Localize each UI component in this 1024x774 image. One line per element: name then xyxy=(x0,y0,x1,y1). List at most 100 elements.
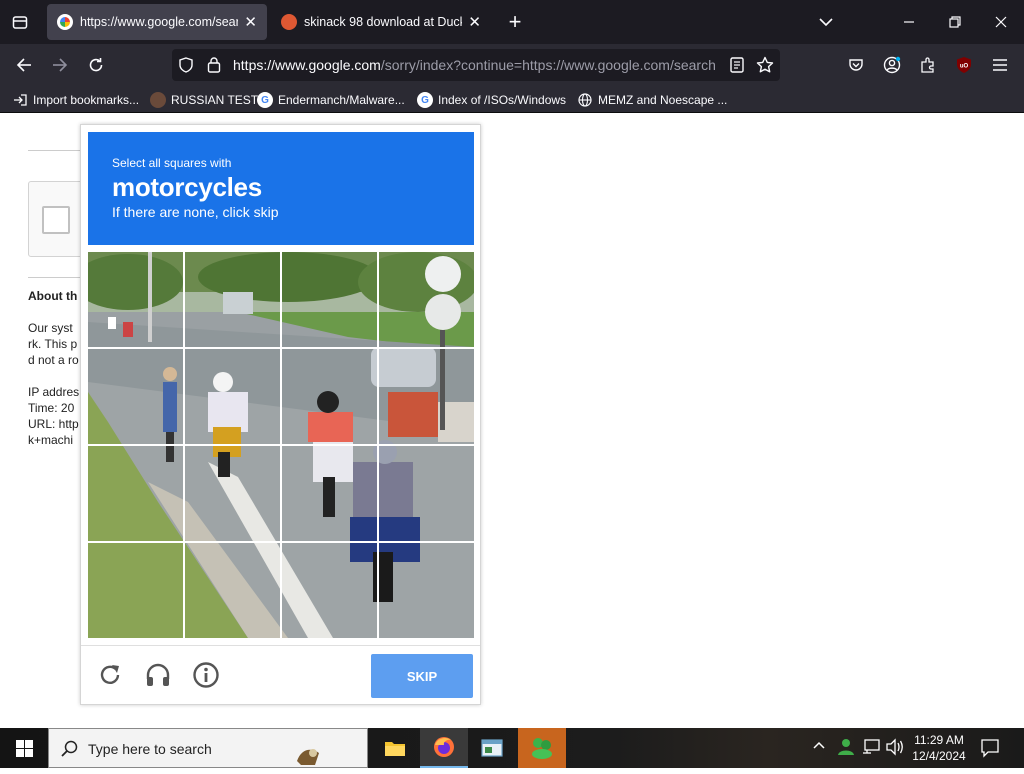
app-window-icon xyxy=(481,739,503,757)
firefox-icon xyxy=(434,737,454,757)
pocket-icon[interactable] xyxy=(843,52,869,78)
taskbar-search[interactable]: Type here to search xyxy=(48,728,368,768)
google-icon: G xyxy=(417,92,433,108)
bookmark-memz[interactable]: MEMZ and Noescape ... xyxy=(577,90,727,110)
account-icon[interactable] xyxy=(879,52,905,78)
reader-view-icon[interactable] xyxy=(730,57,744,78)
divider xyxy=(28,150,88,151)
tab-strip: https://www.google.com/searc ✕ skinack 9… xyxy=(0,0,1024,44)
tab-title: https://www.google.com/searc xyxy=(80,15,239,29)
back-icon[interactable] xyxy=(11,52,37,78)
windows-icon xyxy=(15,739,33,757)
bookmark-import[interactable]: Import bookmarks... xyxy=(12,90,139,110)
taskbar-active-app[interactable] xyxy=(518,728,566,768)
minimize-icon[interactable] xyxy=(886,0,932,44)
grid-tile-5[interactable] xyxy=(88,349,183,444)
start-button[interactable] xyxy=(0,728,48,768)
page-text-line: Our syst xyxy=(28,321,73,335)
restore-icon[interactable] xyxy=(932,0,978,44)
show-hidden-icons[interactable] xyxy=(812,738,826,757)
page-text-line: URL: http xyxy=(28,417,79,431)
tab-google[interactable]: https://www.google.com/searc ✕ xyxy=(47,4,267,40)
ublock-origin-icon[interactable]: uO xyxy=(951,52,977,78)
grid-tile-13[interactable] xyxy=(88,543,183,638)
challenge-footer: SKIP xyxy=(81,645,480,705)
grid-tile-11[interactable] xyxy=(282,446,377,541)
google-icon xyxy=(57,14,73,30)
url-host: https://www.google.com xyxy=(233,57,381,73)
extensions-icon[interactable] xyxy=(915,52,941,78)
volume-icon[interactable] xyxy=(885,738,905,761)
bookmark-endermanch[interactable]: G Endermanch/Malware... xyxy=(257,90,405,110)
grid-tile-12[interactable] xyxy=(379,446,474,541)
network-icon[interactable] xyxy=(861,738,881,761)
lock-icon[interactable] xyxy=(206,56,222,78)
duckduckgo-icon xyxy=(281,14,297,30)
bookmark-star-icon[interactable] xyxy=(756,56,774,79)
grid-line xyxy=(88,541,474,543)
grid-tile-16[interactable] xyxy=(379,543,474,638)
taskbar-file-explorer[interactable] xyxy=(371,728,419,768)
import-icon xyxy=(12,92,28,108)
reload-icon[interactable] xyxy=(83,52,109,78)
search-icon xyxy=(61,740,79,763)
shield-icon[interactable] xyxy=(178,57,194,78)
recaptcha-checkbox[interactable] xyxy=(42,206,70,234)
notifications-icon[interactable] xyxy=(980,738,1000,763)
info-icon[interactable] xyxy=(191,660,221,690)
page-text-line: rk. This p xyxy=(28,337,78,351)
grid-tile-14[interactable] xyxy=(185,543,280,638)
grid-tile-3[interactable] xyxy=(282,252,377,347)
grid-tile-7[interactable] xyxy=(282,349,377,444)
challenge-instruction: Select all squares with xyxy=(112,156,232,170)
search-highlight-image xyxy=(293,743,323,774)
bookmark-russian-test[interactable]: RUSSIAN TEST xyxy=(150,90,258,110)
grid-tile-8[interactable] xyxy=(379,349,474,444)
taskbar-firefox[interactable] xyxy=(420,728,468,768)
grid-tile-10[interactable] xyxy=(185,446,280,541)
bookmark-label: Endermanch/Malware... xyxy=(278,93,405,107)
skip-button[interactable]: SKIP xyxy=(371,654,473,698)
tab-title: skinack 98 download at DuckDu xyxy=(304,15,462,29)
grid-tile-9[interactable] xyxy=(88,446,183,541)
clock[interactable]: 11:29 AM 12/4/2024 xyxy=(906,732,972,764)
close-window-icon[interactable] xyxy=(978,0,1024,44)
new-tab-button[interactable]: + xyxy=(492,0,538,44)
challenge-target: motorcycles xyxy=(112,172,262,202)
grid-tile-4[interactable] xyxy=(379,252,474,347)
search-placeholder: Type here to search xyxy=(88,741,212,757)
globe-icon xyxy=(577,92,593,108)
url-bar[interactable]: https://www.google.com/sorry/index?conti… xyxy=(172,49,780,81)
about-heading: About th xyxy=(28,289,78,303)
close-tab-icon[interactable]: ✕ xyxy=(468,13,481,31)
recaptcha-challenge: Select all squares with motorcycles If t… xyxy=(80,124,481,705)
page-text-line: IP addres xyxy=(28,385,80,399)
page-text-line: k+machi xyxy=(28,433,74,447)
audio-challenge-icon[interactable] xyxy=(143,660,173,690)
grid-tile-2[interactable] xyxy=(185,252,280,347)
taskbar-app-window[interactable] xyxy=(468,728,516,768)
url-text[interactable]: https://www.google.com/sorry/index?conti… xyxy=(233,57,723,73)
divider xyxy=(28,277,88,278)
page-text-line: d not a ro xyxy=(28,353,79,367)
tab-duckduckgo[interactable]: skinack 98 download at DuckDu ✕ xyxy=(271,4,491,40)
grid-line xyxy=(88,444,474,446)
bookmark-index-isos[interactable]: G Index of /ISOs/Windows xyxy=(417,90,566,110)
menu-icon[interactable] xyxy=(987,52,1013,78)
bookmark-label: MEMZ and Noescape ... xyxy=(598,93,728,107)
people-icon[interactable] xyxy=(836,737,856,762)
list-all-tabs-icon[interactable] xyxy=(803,0,849,44)
bookmark-label: Index of /ISOs/Windows xyxy=(438,93,567,107)
close-tab-icon[interactable]: ✕ xyxy=(244,13,257,31)
tab-overview-button[interactable] xyxy=(0,0,40,44)
bookmarks-toolbar: Import bookmarks... RUSSIAN TEST G Ender… xyxy=(0,86,1024,113)
bookmark-label: RUSSIAN TEST xyxy=(171,93,259,107)
grid-tile-6[interactable] xyxy=(185,349,280,444)
clock-date: 12/4/2024 xyxy=(912,749,966,763)
challenge-header: Select all squares with motorcycles If t… xyxy=(88,132,474,245)
tab-list-icon xyxy=(12,16,28,29)
forward-icon[interactable] xyxy=(47,52,73,78)
grid-tile-1[interactable] xyxy=(88,252,183,347)
reload-challenge-icon[interactable] xyxy=(95,660,125,690)
grid-tile-15[interactable] xyxy=(282,543,377,638)
